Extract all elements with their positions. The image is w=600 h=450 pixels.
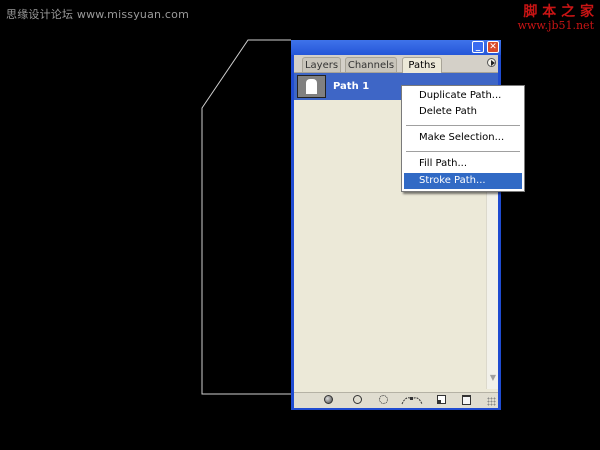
palette-menu-arrow-icon[interactable] <box>487 58 496 67</box>
make-work-path-icon[interactable] <box>401 394 423 406</box>
menu-item-duplicate-path[interactable]: Duplicate Path... <box>404 88 522 104</box>
menu-item-stroke-path[interactable]: Stroke Path... <box>404 173 522 189</box>
load-as-selection-icon[interactable] <box>379 395 388 404</box>
path-shape-icon <box>306 79 317 94</box>
palette-tab-strip: Layers Channels Paths <box>294 55 498 73</box>
scroll-down-arrow-icon[interactable]: ▼ <box>488 371 498 385</box>
tab-layers[interactable]: Layers <box>302 57 341 72</box>
menu-separator <box>406 125 520 126</box>
minimize-button[interactable]: _ <box>472 41 484 53</box>
new-path-icon[interactable] <box>437 395 446 404</box>
palette-titlebar[interactable]: _ ✕ <box>291 40 501 55</box>
palette-footer-toolbar <box>294 392 498 408</box>
stroke-path-icon[interactable] <box>353 395 362 404</box>
menu-item-delete-path[interactable]: Delete Path <box>404 104 522 120</box>
path-name-label: Path 1 <box>333 81 370 92</box>
menu-separator <box>406 151 520 152</box>
menu-item-fill-path[interactable]: Fill Path... <box>404 156 522 172</box>
close-button[interactable]: ✕ <box>487 41 499 53</box>
tab-paths[interactable]: Paths <box>402 57 442 73</box>
fill-path-icon[interactable] <box>324 395 333 404</box>
tab-channels[interactable]: Channels <box>345 57 397 72</box>
resize-grip-icon[interactable] <box>487 397 496 406</box>
menu-item-make-selection[interactable]: Make Selection... <box>404 130 522 146</box>
delete-path-icon[interactable] <box>462 395 471 405</box>
path-thumbnail <box>297 75 326 98</box>
paths-context-menu: Duplicate Path... Delete Path Make Selec… <box>401 85 525 192</box>
